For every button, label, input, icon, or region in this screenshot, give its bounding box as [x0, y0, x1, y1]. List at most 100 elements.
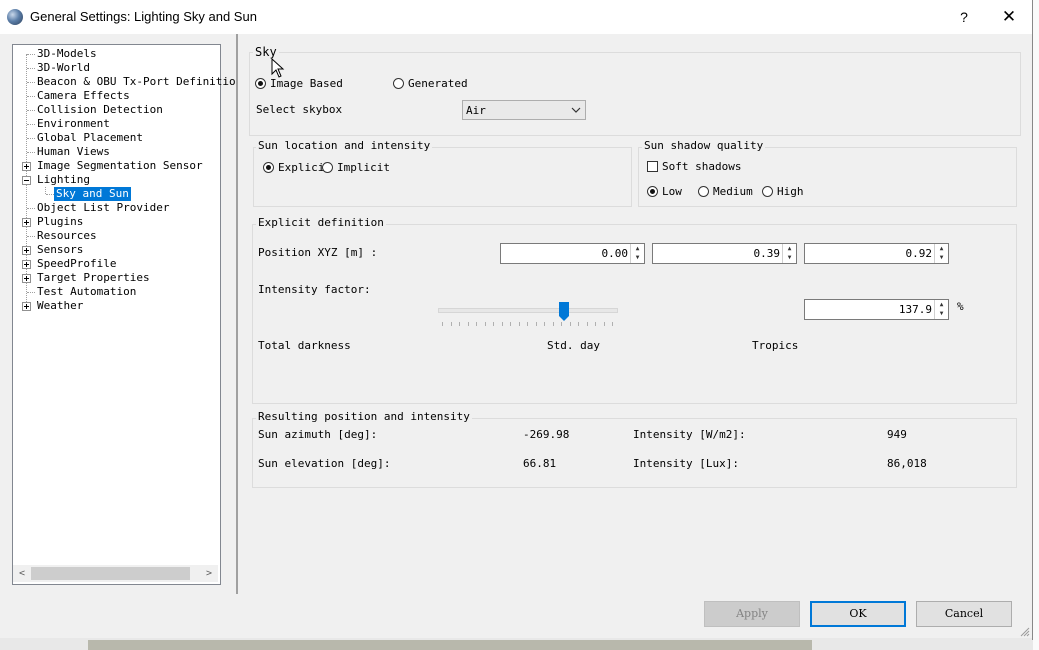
image-based-label[interactable]: Image Based	[270, 77, 343, 90]
tree-line	[27, 110, 35, 111]
help-button[interactable]: ?	[952, 6, 976, 28]
spin-down-icon[interactable]: ▼	[935, 253, 948, 262]
tree-item-sensors[interactable]: Sensors	[37, 243, 83, 257]
percent-label: %	[957, 300, 964, 313]
soft-shadows-checkbox[interactable]	[647, 161, 658, 172]
expand-icon[interactable]	[22, 274, 31, 283]
sun-elevation-label: Sun elevation [deg]:	[258, 457, 391, 470]
tree-item-collision-detection[interactable]: Collision Detection	[37, 103, 163, 117]
soft-shadows-label[interactable]: Soft shadows	[662, 160, 741, 173]
implicit-label[interactable]: Implicit	[337, 161, 390, 174]
shadow-low-radio[interactable]	[647, 186, 658, 197]
shadow-high-label[interactable]: High	[777, 185, 804, 198]
position-z-spinbox[interactable]: 0.92 ▲ ▼	[804, 243, 949, 264]
slider-tick	[603, 322, 605, 326]
spin-up-icon[interactable]: ▲	[935, 300, 948, 309]
expand-icon[interactable]	[22, 162, 31, 171]
spin-arrows: ▲ ▼	[934, 244, 948, 263]
intensity-lux-value: 86,018	[887, 457, 927, 470]
tree-line	[27, 152, 35, 153]
shadow-medium-label[interactable]: Medium	[713, 185, 753, 198]
window-title: General Settings: Lighting Sky and Sun	[30, 9, 257, 24]
tree-item-3d-models[interactable]: 3D-Models	[37, 47, 97, 61]
close-button[interactable]: ✕	[995, 5, 1023, 29]
tree-item-image-segmentation[interactable]: Image Segmentation Sensor	[37, 159, 203, 173]
skybox-value: Air	[466, 104, 486, 117]
tree-item-plugins[interactable]: Plugins	[37, 215, 83, 229]
tree-item-test-automation[interactable]: Test Automation	[37, 285, 136, 299]
slider-thumb[interactable]	[559, 302, 570, 321]
spin-down-icon[interactable]: ▼	[631, 253, 644, 262]
spin-arrows: ▲ ▼	[782, 244, 796, 263]
tree-item-weather[interactable]: Weather	[37, 299, 83, 313]
slider-tick	[459, 322, 460, 326]
tree-item-human-views[interactable]: Human Views	[37, 145, 110, 159]
spin-arrows: ▲ ▼	[630, 244, 644, 263]
slider-tick	[493, 322, 494, 326]
explicit-label[interactable]: Explici	[278, 161, 324, 174]
spin-up-icon[interactable]: ▲	[783, 244, 796, 253]
sun-shadow-group	[638, 147, 1017, 207]
sky-group	[249, 52, 1021, 136]
panel-splitter[interactable]	[236, 34, 238, 594]
implicit-radio[interactable]	[322, 162, 333, 173]
scrollbar-thumb[interactable]	[31, 567, 190, 580]
position-x-value: 0.00	[601, 247, 629, 260]
intensity-wm2-label: Intensity [W/m2]:	[633, 428, 746, 441]
tree-item-environment[interactable]: Environment	[37, 117, 110, 131]
skybox-dropdown[interactable]: Air	[462, 100, 586, 120]
position-x-spinbox[interactable]: 0.00 ▲ ▼	[500, 243, 645, 264]
slider-tick	[595, 322, 596, 326]
shadow-medium-radio[interactable]	[698, 186, 709, 197]
slider-tick	[442, 322, 443, 326]
background-texture	[88, 640, 812, 650]
slider-tick	[501, 322, 503, 326]
tree-item-object-list-provider[interactable]: Object List Provider	[37, 201, 169, 215]
intensity-spinbox[interactable]: 137.9 ▲ ▼	[804, 299, 949, 320]
tree-item-global-placement[interactable]: Global Placement	[37, 131, 143, 145]
expand-icon[interactable]	[22, 302, 31, 311]
expand-icon[interactable]	[22, 218, 31, 227]
tree-line	[46, 194, 54, 195]
expand-icon[interactable]	[22, 260, 31, 269]
tree-line	[27, 236, 35, 237]
scroll-right-arrow-icon[interactable]: >	[201, 565, 217, 582]
tree-item-resources[interactable]: Resources	[37, 229, 97, 243]
slider-tick	[552, 322, 554, 326]
intensity-factor-label: Intensity factor:	[258, 283, 371, 296]
collapse-icon[interactable]	[22, 176, 31, 185]
shadow-high-radio[interactable]	[762, 186, 773, 197]
tree-item-sky-and-sun[interactable]: Sky and Sun	[54, 187, 131, 201]
scroll-left-arrow-icon[interactable]: <	[14, 565, 30, 582]
tree-item-lighting[interactable]: Lighting	[37, 173, 90, 187]
tree-item-speedprofile[interactable]: SpeedProfile	[37, 257, 116, 271]
sun-location-title: Sun location and intensity	[256, 139, 433, 152]
tree-item-3d-world[interactable]: 3D-World	[37, 61, 90, 75]
expand-icon[interactable]	[22, 246, 31, 255]
mouse-cursor-icon	[271, 58, 285, 78]
spin-arrows: ▲ ▼	[934, 300, 948, 319]
cancel-button[interactable]: Cancel	[916, 601, 1012, 627]
ok-button[interactable]: OK	[810, 601, 906, 627]
tree-line	[27, 54, 35, 55]
slider-tick	[476, 322, 477, 326]
tree-item-beacon-obu[interactable]: Beacon & OBU Tx-Port Definitio	[37, 75, 236, 89]
spin-up-icon[interactable]: ▲	[631, 244, 644, 253]
position-y-spinbox[interactable]: 0.39 ▲ ▼	[652, 243, 797, 264]
image-based-radio[interactable]	[255, 78, 266, 89]
shadow-low-label[interactable]: Low	[662, 185, 682, 198]
explicit-radio[interactable]	[263, 162, 274, 173]
generated-radio[interactable]	[393, 78, 404, 89]
position-y-value: 0.39	[753, 247, 781, 260]
intensity-slider[interactable]	[438, 300, 618, 330]
generated-label[interactable]: Generated	[408, 77, 468, 90]
resize-grip-icon[interactable]	[1020, 627, 1030, 637]
tree-item-camera-effects[interactable]: Camera Effects	[37, 89, 130, 103]
tree-line	[27, 124, 35, 125]
slider-tick	[612, 322, 613, 326]
tree-item-target-properties[interactable]: Target Properties	[37, 271, 150, 285]
spin-up-icon[interactable]: ▲	[935, 244, 948, 253]
apply-button[interactable]: Apply	[704, 601, 800, 627]
spin-down-icon[interactable]: ▼	[935, 309, 948, 318]
spin-down-icon[interactable]: ▼	[783, 253, 796, 262]
